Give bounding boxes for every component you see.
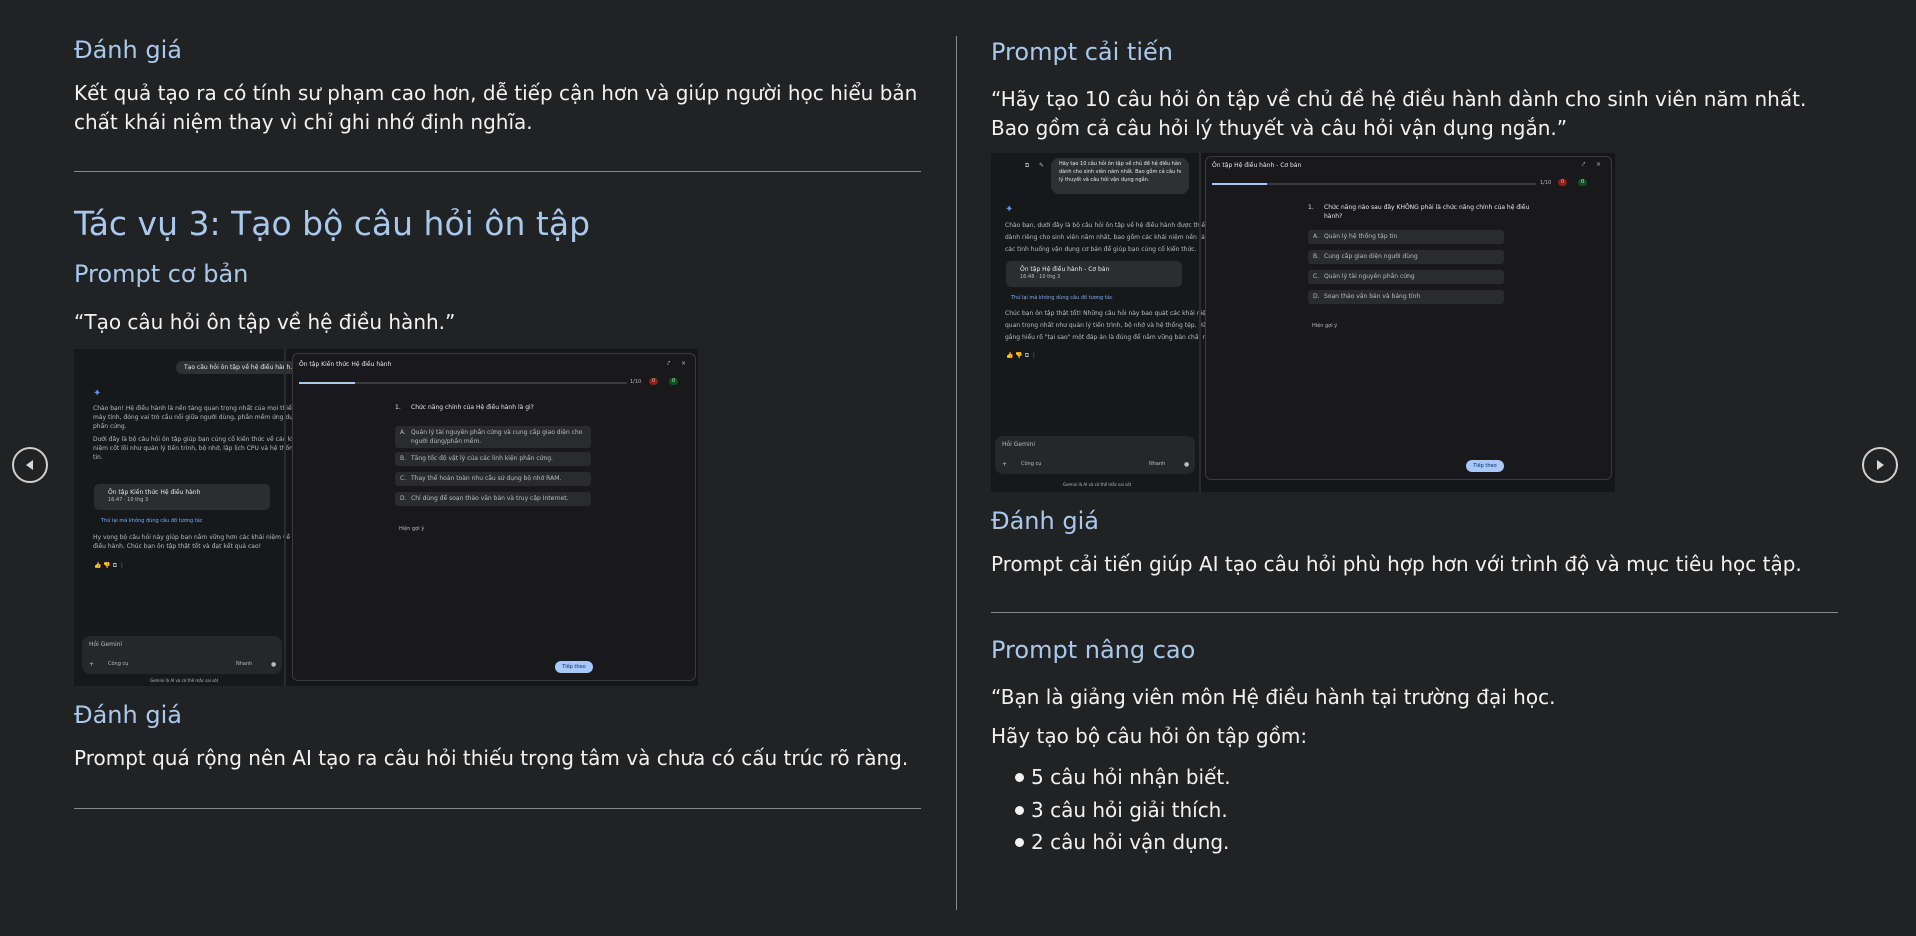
mic-icon[interactable]: ●: [271, 660, 276, 669]
section-divider-bottom: [74, 808, 921, 809]
hint-toggle[interactable]: Hiện gợi ý: [1312, 322, 1337, 331]
quiz-card-meta: 16:47 · 10 thg 3: [108, 497, 149, 503]
advanced-prompt-line-2: Hãy tạo bộ câu hỏi ôn tập gồm:: [991, 724, 1308, 748]
basic-prompt-text: “Tạo câu hỏi ôn tập về hệ điều hành.”: [74, 310, 456, 334]
quiz-card[interactable]: Ôn tập Hệ điều hành - Cơ bản 16:48 · 10 …: [1006, 261, 1182, 287]
footer-note: Gemini là AI và có thể mắc sai sót: [150, 678, 219, 683]
retry-link[interactable]: Thử lại mà không dùng câu đố tương tác: [101, 517, 203, 526]
pane-separator: [284, 349, 286, 686]
edit-icon[interactable]: ✎: [1039, 161, 1044, 170]
chat-input-placeholder: Hỏi Gemini: [1002, 441, 1036, 448]
gemini-screenshot-improved: ⧉ ✎ Hãy tạo 10 câu hỏi ôn tập về chủ đề …: [991, 153, 1615, 492]
chevron-left-icon: [26, 460, 33, 470]
quiz-progress: [1212, 183, 1536, 185]
quiz-panel: Ôn tập Hệ điều hành - Cơ bản ⤤ × 1/10 0 …: [1205, 156, 1612, 480]
chat-input[interactable]: Hỏi Gemini + Công cụ Nhanh ●: [82, 636, 282, 674]
mic-icon[interactable]: ●: [1184, 460, 1189, 469]
close-icon[interactable]: ×: [1596, 160, 1601, 169]
section-divider-right: [991, 612, 1838, 613]
share-icon[interactable]: ⤤: [667, 359, 670, 368]
next-question-button[interactable]: Tiếp theo: [555, 661, 593, 673]
section-divider: [74, 171, 921, 172]
quiz-card-meta: 16:48 · 10 thg 3: [1020, 274, 1061, 280]
ai-reply: Chào bạn! Hệ điều hành là nền tảng quan …: [93, 405, 310, 461]
task-heading: Tác vụ 3: Tạo bộ câu hỏi ôn tập: [74, 204, 591, 243]
evaluation-text-3: Prompt cải tiến giúp AI tạo câu hỏi phù …: [991, 552, 1802, 576]
feedback-icons[interactable]: 👍 👎 ⧉ ⋮: [1006, 351, 1037, 360]
gemini-screenshot-basic: Tạo câu hỏi ôn tập về hệ điều hành. ✦ Ch…: [74, 349, 698, 686]
ai-reply: Chào bạn, dưới đây là bộ câu hỏi ôn tập …: [1005, 222, 1222, 253]
sparkle-icon: ✦: [93, 388, 102, 399]
copy-icon[interactable]: ⧉: [1025, 161, 1029, 170]
ai-closing: Chúc bạn ôn tập thật tốt! Những câu hỏi …: [1005, 310, 1220, 341]
wrong-count-badge: 0: [1558, 179, 1568, 186]
quiz-progress: [299, 382, 627, 384]
retry-link[interactable]: Thử lại mà không dùng câu đố tương tác: [1011, 294, 1113, 303]
plus-icon[interactable]: +: [89, 660, 94, 669]
answer-option-a[interactable]: A. Quản lý tài nguyên phần cứng và cung …: [395, 426, 591, 448]
improved-prompt-text: “Hãy tạo 10 câu hỏi ôn tập về chủ đề hệ …: [991, 87, 1807, 140]
column-divider: [956, 36, 957, 910]
evaluation-text-1: Kết quả tạo ra có tính sư phạm cao hơn, …: [74, 81, 918, 134]
right-count-badge: 0: [1578, 179, 1588, 186]
quiz-card[interactable]: Ôn tập Kiến thức Hệ điều hành 16:47 · 10…: [94, 484, 270, 510]
ai-closing: Hy vọng bộ câu hỏi này giúp bạn nắm vững…: [93, 534, 301, 550]
answer-option-d[interactable]: D. Chỉ dùng để soạn thảo văn bản và truy…: [395, 492, 591, 506]
evaluation-heading-1: Đánh giá: [74, 36, 182, 64]
advanced-prompt-list: 5 câu hỏi nhận biết. 3 câu hỏi giải thíc…: [991, 761, 1231, 859]
next-question-button[interactable]: Tiếp theo: [1466, 460, 1504, 472]
answer-option-b[interactable]: B. Cung cấp giao diện người dùng: [1308, 250, 1504, 264]
pane-separator: [1199, 153, 1201, 492]
prev-slide-button[interactable]: [12, 447, 48, 483]
advanced-prompt-line-1: “Bạn là giảng viên môn Hệ điều hành tại …: [991, 685, 1556, 709]
wrong-count-badge: 0: [649, 378, 659, 385]
advanced-prompt-heading: Prompt nâng cao: [991, 636, 1196, 664]
chat-input-placeholder: Hỏi Gemini: [89, 641, 123, 648]
close-icon[interactable]: ×: [681, 359, 686, 368]
right-count-badge: 0: [669, 378, 679, 385]
quiz-panel: Ôn tập Kiến thức Hệ điều hành ⤤ × 1/10 0…: [292, 353, 696, 681]
list-item: 2 câu hỏi vận dụng.: [991, 826, 1231, 859]
plus-icon[interactable]: +: [1002, 460, 1007, 469]
basic-prompt-heading: Prompt cơ bản: [74, 260, 249, 288]
answer-option-c[interactable]: C. Quản lý tài nguyên phần cứng: [1308, 270, 1504, 284]
tools-button[interactable]: Công cụ: [1021, 460, 1041, 469]
share-icon[interactable]: ⤤: [1582, 160, 1585, 169]
evaluation-heading-2: Đánh giá: [74, 701, 182, 729]
quiz-counter: 1/10: [630, 379, 642, 385]
answer-option-a[interactable]: A. Quản lý hệ thống tập tin: [1308, 230, 1504, 244]
tools-button[interactable]: Công cụ: [108, 660, 128, 669]
evaluation-text-2: Prompt quá rộng nên AI tạo ra câu hỏi th…: [74, 746, 909, 770]
feedback-icons[interactable]: 👍 👎 ⧉ ⋮: [94, 561, 125, 570]
hint-toggle[interactable]: Hiện gợi ý: [399, 525, 424, 534]
user-message: Tạo câu hỏi ôn tập về hệ điều hành.: [176, 361, 301, 374]
question-number: 1.: [1308, 204, 1314, 211]
chat-input[interactable]: Hỏi Gemini + Công cụ Nhanh ●: [995, 436, 1195, 474]
list-item: 5 câu hỏi nhận biết.: [991, 761, 1231, 794]
chevron-right-icon: [1877, 460, 1884, 470]
mode-select[interactable]: Nhanh: [236, 660, 252, 669]
next-slide-button[interactable]: [1862, 447, 1898, 483]
quiz-counter: 1/10: [1540, 180, 1552, 186]
question-text: Chức năng chính của Hệ điều hành là gì?: [411, 404, 534, 411]
user-message: Hãy tạo 10 câu hỏi ôn tập về chủ đề hệ đ…: [1051, 158, 1189, 194]
list-item: 3 câu hỏi giải thích.: [991, 794, 1231, 827]
question-text: Chức năng nào sau đây KHÔNG phải là chức…: [1324, 204, 1530, 220]
footer-note: Gemini là AI và có thể mắc sai sót: [1063, 482, 1132, 487]
quiz-panel-title: Ôn tập Kiến thức Hệ điều hành: [299, 361, 392, 368]
mode-select[interactable]: Nhanh: [1149, 460, 1165, 469]
quiz-panel-title: Ôn tập Hệ điều hành - Cơ bản: [1212, 162, 1302, 169]
evaluation-heading-3: Đánh giá: [991, 507, 1099, 535]
answer-option-c[interactable]: C. Thay thế hoàn toàn nhu cầu sử dụng bộ…: [395, 472, 591, 486]
answer-option-b[interactable]: B. Tăng tốc độ vật lý của các linh kiện …: [395, 452, 591, 466]
answer-option-d[interactable]: D. Soạn thảo văn bản và bảng tính: [1308, 290, 1504, 304]
improved-prompt-heading: Prompt cải tiến: [991, 38, 1173, 66]
sparkle-icon: ✦: [1005, 204, 1014, 215]
question-number: 1.: [395, 404, 401, 411]
